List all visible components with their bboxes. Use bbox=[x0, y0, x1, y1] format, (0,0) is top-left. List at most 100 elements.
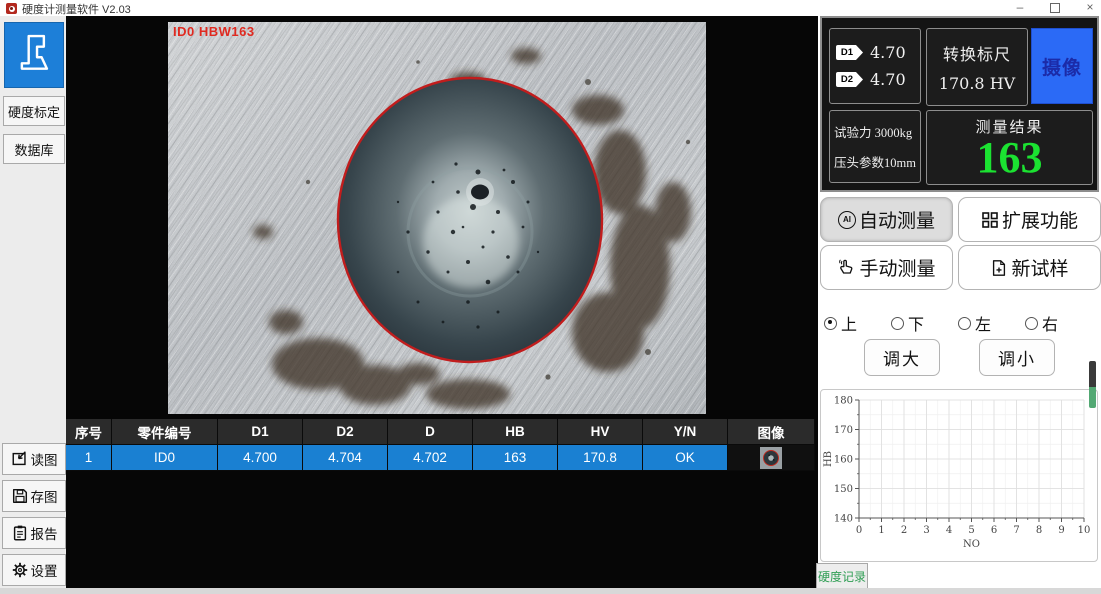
load-image-icon bbox=[11, 450, 29, 468]
radio-label: 下 bbox=[908, 311, 924, 335]
table-header-cell: 零件编号 bbox=[112, 419, 218, 445]
application-window: 硬度计测量软件 V2.03 – × 硬度标定 数据库 读图 bbox=[0, 0, 1101, 594]
camera-view[interactable] bbox=[168, 22, 706, 414]
sidebar-item-database[interactable]: 数据库 bbox=[3, 134, 65, 164]
radio-dot bbox=[1025, 317, 1038, 330]
svg-text:160: 160 bbox=[834, 455, 853, 466]
radio-label: 上 bbox=[841, 311, 857, 335]
indentation-thumbnail[interactable] bbox=[760, 447, 782, 469]
title-bar: 硬度计测量软件 V2.03 – × bbox=[0, 0, 1101, 17]
hardness-tester-button[interactable] bbox=[4, 22, 64, 88]
svg-text:10: 10 bbox=[1078, 525, 1091, 536]
svg-text:HB: HB bbox=[823, 451, 834, 467]
sidebar-item-label: 报告 bbox=[31, 523, 58, 543]
sidebar-item-report[interactable]: 报告 bbox=[2, 517, 66, 549]
sidebar-item-hardness-calibration[interactable]: 硬度标定 bbox=[3, 96, 65, 126]
sidebar-item-label: 数据库 bbox=[14, 140, 53, 159]
table-row[interactable]: 1ID04.7004.7044.702163170.8OK bbox=[66, 445, 815, 471]
svg-text:NO: NO bbox=[963, 539, 980, 550]
svg-text:1: 1 bbox=[878, 525, 884, 536]
table-header-row: 序号零件编号D1D2DHBHVY/N图像 bbox=[66, 419, 815, 445]
table-cell: 4.702 bbox=[388, 445, 473, 471]
radio-dot bbox=[891, 317, 904, 330]
camera-button[interactable]: 摄像 bbox=[1031, 28, 1093, 104]
sidebar-item-label: 存图 bbox=[31, 486, 58, 506]
radio-label: 左 bbox=[975, 311, 991, 335]
svg-text:140: 140 bbox=[834, 514, 853, 525]
adjust-smaller-button[interactable]: 调小 bbox=[979, 339, 1055, 376]
right-panel: D1 4.70 D2 4.70 转换标尺 170.8 HV 摄像 试验力 300… bbox=[818, 16, 1101, 594]
save-image-icon bbox=[11, 487, 29, 505]
direction-radio-右[interactable]: 右 bbox=[1025, 311, 1058, 335]
svg-text:2: 2 bbox=[901, 525, 907, 536]
direction-radio-左[interactable]: 左 bbox=[958, 311, 991, 335]
table-cell: 4.704 bbox=[303, 445, 388, 471]
close-button[interactable]: × bbox=[1075, 0, 1101, 16]
table-header-cell: D2 bbox=[303, 419, 388, 445]
table-cell: 163 bbox=[473, 445, 558, 471]
sidebar-item-load-image[interactable]: 读图 bbox=[2, 443, 66, 475]
results-table: 序号零件编号D1D2DHBHVY/N图像1ID04.7004.7044.7021… bbox=[66, 419, 815, 471]
hand-icon bbox=[837, 258, 856, 277]
table-cell: 1 bbox=[66, 445, 112, 471]
ai-circle-icon: AI bbox=[838, 211, 856, 229]
hardness-record-tab[interactable]: 硬度记录 bbox=[816, 563, 868, 589]
main-area: 序号零件编号D1D2DHBHVY/N图像1ID04.7004.7044.7021… bbox=[66, 16, 818, 588]
table-header-cell: 图像 bbox=[728, 419, 815, 445]
conversion-scale-readout: 转换标尺 170.8 HV bbox=[926, 28, 1028, 106]
table-image-cell bbox=[728, 445, 815, 471]
test-parameters-readout: 试验力 3000kg 压头参数10mm bbox=[829, 110, 921, 183]
settings-gear-icon bbox=[11, 561, 29, 579]
sidebar-item-label: 硬度标定 bbox=[8, 102, 60, 121]
table-header-cell: HV bbox=[558, 419, 643, 445]
svg-text:150: 150 bbox=[834, 484, 853, 495]
hardness-tester-icon bbox=[12, 30, 56, 80]
table-cell: OK bbox=[643, 445, 728, 471]
left-sidebar: 硬度标定 数据库 读图 存图 bbox=[0, 16, 67, 594]
d1-tag: D1 bbox=[836, 45, 863, 60]
table-header-cell: HB bbox=[473, 419, 558, 445]
test-force: 试验力 3000kg bbox=[834, 122, 920, 141]
table-cell: 4.700 bbox=[218, 445, 303, 471]
adjust-bigger-button[interactable]: 调大 bbox=[864, 339, 940, 376]
window-bottom-border bbox=[0, 588, 1101, 594]
new-document-icon bbox=[990, 259, 1008, 277]
d1-value: 4.70 bbox=[870, 43, 906, 62]
svg-text:0: 0 bbox=[856, 525, 862, 536]
table-cell: 170.8 bbox=[558, 445, 643, 471]
sidebar-item-save-image[interactable]: 存图 bbox=[2, 480, 66, 512]
auto-measure-button[interactable]: AI 自动测量 bbox=[820, 197, 953, 242]
measurement-result-readout: 测量结果 163 bbox=[926, 110, 1093, 185]
button-label: 手动测量 bbox=[859, 254, 935, 281]
extend-functions-button[interactable]: 扩展功能 bbox=[958, 197, 1101, 242]
radio-dot bbox=[824, 317, 837, 330]
specimen-image bbox=[168, 22, 706, 414]
svg-text:9: 9 bbox=[1058, 525, 1064, 536]
hardness-trend-chart: 012345678910140150160170180NOHB bbox=[820, 389, 1098, 562]
table-header-cell: Y/N bbox=[643, 419, 728, 445]
svg-text:4: 4 bbox=[946, 525, 952, 536]
new-sample-button[interactable]: 新试样 bbox=[958, 245, 1101, 290]
svg-text:170: 170 bbox=[834, 425, 853, 436]
table-header-cell: D bbox=[388, 419, 473, 445]
svg-text:5: 5 bbox=[968, 525, 974, 536]
svg-text:7: 7 bbox=[1013, 525, 1019, 536]
measurement-overlay-label: ID0 HBW163 bbox=[173, 24, 255, 39]
sidebar-item-settings[interactable]: 设置 bbox=[2, 554, 66, 586]
scrollbar-thumb[interactable] bbox=[1089, 361, 1096, 408]
button-label: 新试样 bbox=[1011, 254, 1068, 281]
direction-radio-上[interactable]: 上 bbox=[824, 311, 857, 335]
sidebar-item-label: 读图 bbox=[31, 449, 58, 469]
button-label: 扩展功能 bbox=[1002, 206, 1078, 233]
minimize-button[interactable]: – bbox=[1005, 0, 1035, 16]
maximize-button[interactable] bbox=[1040, 0, 1070, 16]
window-title: 硬度计测量软件 V2.03 bbox=[22, 1, 131, 17]
table-header-cell: D1 bbox=[218, 419, 303, 445]
direction-radio-下[interactable]: 下 bbox=[891, 311, 924, 335]
move-direction-radio-group: 上下左右 bbox=[824, 311, 1095, 335]
manual-measure-button[interactable]: 手动测量 bbox=[820, 245, 953, 290]
table-header-cell: 序号 bbox=[66, 419, 112, 445]
sidebar-item-label: 设置 bbox=[31, 560, 58, 580]
svg-text:6: 6 bbox=[991, 525, 997, 536]
d2-tag: D2 bbox=[836, 72, 863, 87]
